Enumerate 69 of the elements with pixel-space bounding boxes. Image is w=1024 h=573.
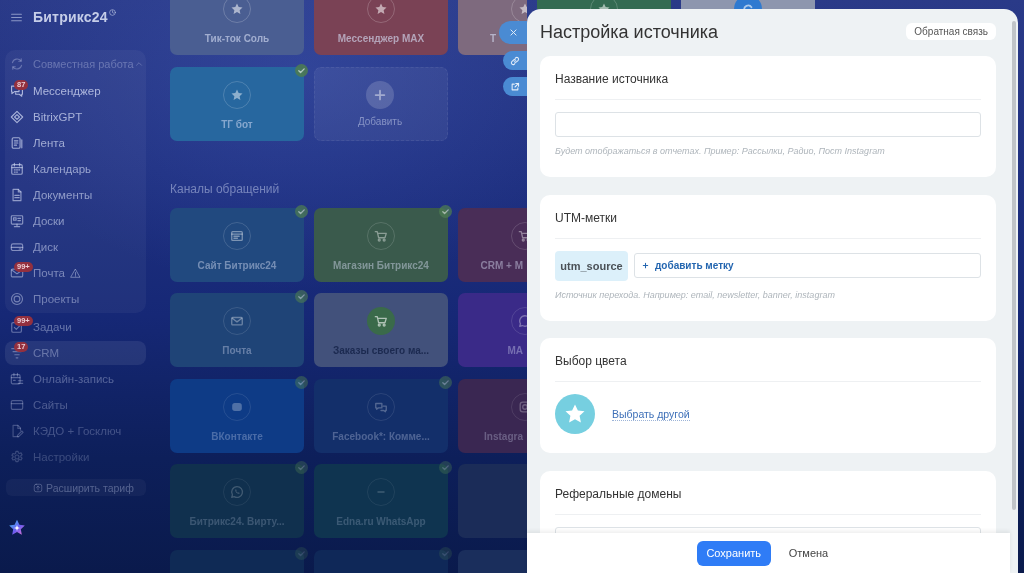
sidebar-item[interactable]: Диск (5, 235, 146, 259)
channel-tile[interactable] (458, 464, 527, 538)
cancel-button[interactable]: Отмена (788, 547, 829, 559)
hint-text: Источник перехода. Например: email, newsletter, banner, instagram (555, 288, 836, 301)
utm-tag: utm_source (555, 250, 628, 281)
section-title: UTM-метки (555, 210, 618, 225)
calendar-icon (10, 162, 24, 176)
input-field[interactable] (555, 112, 981, 137)
sidebar-item[interactable]: Доски (5, 209, 146, 233)
open-external-button[interactable] (503, 77, 527, 96)
target-icon (10, 292, 24, 306)
feedback-button[interactable]: Обратная связь (906, 22, 996, 40)
add-tile[interactable]: Добавить (314, 66, 448, 141)
sidebar-item[interactable]: Календарь (5, 157, 146, 181)
add-tag-link[interactable]: добавить метку (642, 260, 734, 271)
board-icon (10, 214, 24, 228)
channel-tile[interactable]: Тик-ток Соль (170, 0, 304, 55)
browser-window-icon (223, 221, 251, 250)
calendar-list-icon (10, 372, 24, 386)
panel-title: Настройка источника (540, 22, 718, 43)
color-swatch-icon[interactable] (555, 394, 595, 434)
sidebar-item[interactable]: Онлайн-запись (5, 367, 146, 391)
section-title: Выбор цвета (555, 354, 628, 368)
cart-icon (367, 221, 395, 250)
cart-icon (511, 221, 527, 250)
chain-link-icon (510, 55, 520, 66)
camera-icon (511, 392, 527, 421)
dialog-close-button[interactable] (499, 21, 527, 44)
star-icon (511, 0, 527, 23)
chat-bubble-icon (511, 307, 527, 335)
phone-chat-icon (223, 478, 251, 506)
channel-tile[interactable]: Мессенджер MAX (314, 0, 448, 55)
sidebar-item[interactable]: Документы (5, 183, 146, 207)
hint-text: Будет отображаться в отчетах. Пример: Рассылки, Радио, Пост Instagram (555, 145, 886, 157)
diamond-icon (10, 110, 24, 124)
news-feed-icon (10, 136, 24, 150)
plus-icon (642, 262, 649, 269)
clock-icon (108, 9, 116, 16)
mail-icon (223, 307, 251, 335)
channel-tile[interactable]: MA (458, 293, 527, 367)
arrow-up-icon (33, 482, 43, 493)
sidebar-item[interactable]: Проекты (5, 287, 146, 311)
section-title: Каналы обращений (170, 181, 281, 196)
logo-text: Битрикс24 (33, 9, 108, 25)
sidebar-item[interactable]: BitrixGPT (5, 105, 146, 129)
close-icon (508, 28, 518, 37)
section-title: Реферальные домены (555, 486, 683, 501)
star-icon (223, 0, 251, 23)
document-pen-icon (10, 424, 24, 438)
circular-arrows-icon (10, 56, 24, 71)
scrollbar-thumb[interactable] (1012, 21, 1016, 510)
section-title: Название источника (555, 72, 670, 86)
choose-color-link[interactable]: Выбрать другой (612, 407, 690, 421)
settings-icon (10, 450, 24, 464)
tag-field[interactable]: добавить метку (634, 253, 981, 278)
chat-bubbles-icon (10, 84, 24, 98)
browser-window-icon (10, 398, 24, 412)
copy-link-button[interactable] (503, 51, 527, 70)
star-icon (367, 0, 395, 23)
drive-icon (10, 240, 24, 254)
star-icon[interactable] (8, 519, 26, 537)
plus-icon (366, 80, 394, 109)
chat-bubbles-icon (367, 392, 395, 421)
document-icon (10, 188, 24, 202)
channel-tile[interactable]: CRM + М (458, 207, 527, 282)
save-button[interactable]: Сохранить (696, 540, 771, 566)
sidebar-item[interactable]: Лента (5, 131, 146, 155)
external-link-icon (510, 81, 520, 92)
minus-icon (367, 478, 395, 506)
